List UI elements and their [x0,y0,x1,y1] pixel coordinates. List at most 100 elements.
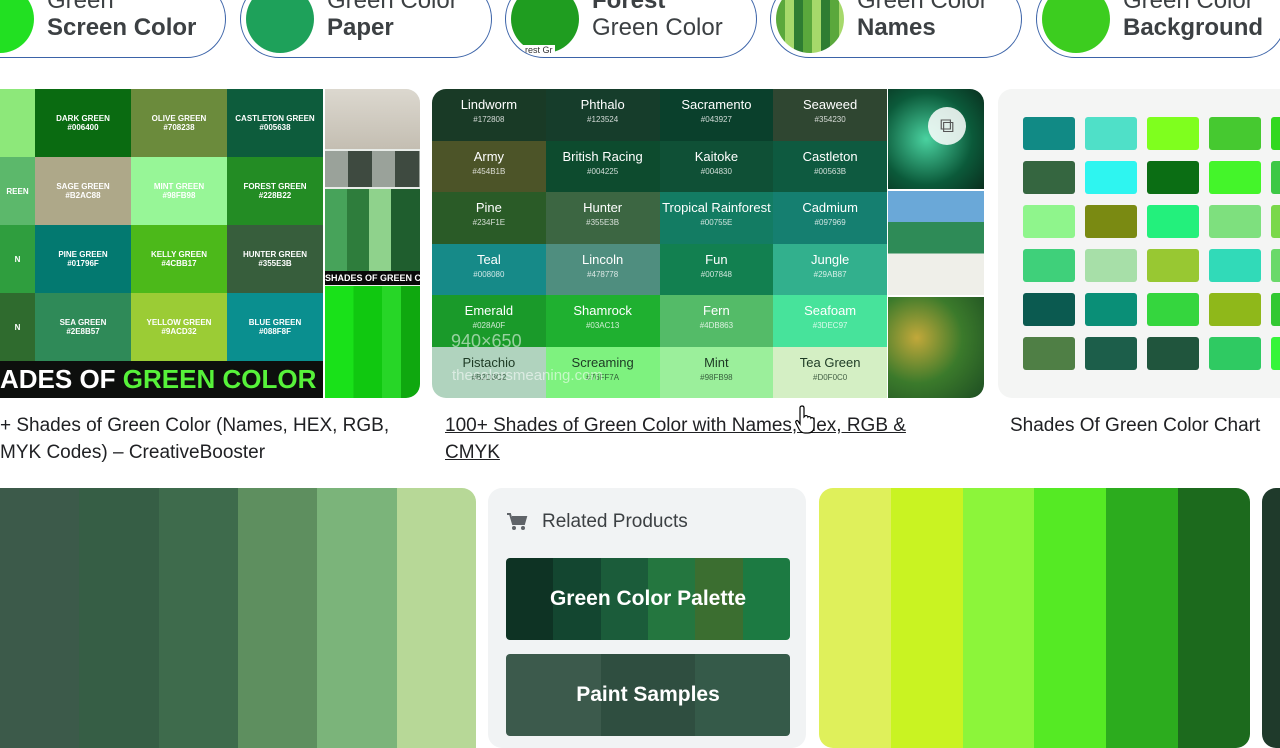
color-name: Lincoln [582,251,624,267]
color-name: Mint [704,354,729,370]
color-name: N [14,322,21,332]
color-name: Seafoam [804,303,857,318]
stripe [317,488,397,748]
color-name-cell: Lindworm #172808 [432,89,546,141]
color-name-cell: Army #454B1B [432,140,546,192]
image-result-color-chart[interactable] [998,89,1280,398]
swatch-grid [998,89,1280,398]
color-hex: #006400 [67,123,99,132]
stripe-palette [0,488,476,748]
caption-creativebooster[interactable]: + Shades of Green Color (Names, HEX, RGB… [0,412,420,466]
chip-line2: Green Color [592,14,723,41]
image-result-thecolorsmeaning[interactable]: Lindworm #172808 Phthalo #123524 Sacramento #… [432,89,984,398]
color-cell: MINT GREEN #98FB98 [131,157,227,225]
product-green-color-palette[interactable]: Green Color Palette [506,558,790,640]
swatch-strip [325,151,420,187]
copy-icon[interactable]: ⧉ [928,107,966,145]
chip-green-screen-color[interactable]: Green Screen Color [0,0,226,58]
color-swatch [1085,293,1137,326]
chip-line2: Background [1123,14,1264,41]
color-name-cell: British Racing #004225 [545,140,660,192]
color-hex: #234F1E [472,218,506,227]
chip-green-color-paper[interactable]: Green Color Paper [240,0,492,58]
chip-thumbnail [776,0,844,53]
color-swatch [1023,249,1075,282]
color-name-cell: Cadmium #097969 [773,192,887,244]
caption-line2: MYK Codes) – CreativeBooster [0,442,266,463]
color-name: N [14,254,21,264]
color-name: YELLOW GREEN [146,318,212,327]
image-result-partial[interactable] [1262,488,1280,748]
color-cell: CASTLETON GREEN #005638 [227,89,323,157]
image-result-green-stripes-left[interactable] [0,488,476,748]
color-name-cell: Tea Green #D0F0C0 [773,346,887,398]
color-name: Jungle [810,251,850,267]
color-hex: #4DB863 [699,321,734,330]
color-swatch [1209,161,1261,194]
chip-forest-green-color[interactable]: rest Gr Forest Green Color [505,0,757,58]
color-cell: REEN [0,157,35,225]
cart-icon [506,512,528,532]
color-hex: #00755E [700,218,733,227]
color-name-cell: Fern #4DB863 [659,295,774,347]
color-name: Shamrock [573,303,632,318]
color-swatch [1271,117,1280,150]
color-name-cell: Hunter #355E3B [545,192,660,244]
color-name-cell: Pine #234F1E [432,192,546,244]
color-hex: #4CBB17 [161,259,197,268]
color-swatch [1085,161,1137,194]
caption-thecolorsmeaning[interactable]: 100+ Shades of Green Color with Names, H… [445,412,945,466]
color-swatch [1147,337,1199,370]
caption-line1: 100+ Shades of Green Color with Names, H… [445,415,906,436]
color-hex: #478778 [587,269,619,279]
image-result-green-stripes-right[interactable] [819,488,1250,748]
color-cell: BLUE GREEN #088F8F [227,293,323,361]
color-swatch [1023,293,1075,326]
color-name: Pine [475,200,502,215]
color-hex: #2E8B57 [66,327,100,336]
color-name-cell: Kaitoke #004830 [659,140,774,192]
color-name-cell: Shamrock #03AC13 [545,295,660,347]
green-stripes [325,286,420,398]
stripe [79,488,159,748]
color-hex: #005638 [259,123,291,132]
chip-line1: Green Color [327,0,458,14]
related-heading: Related Products [542,511,688,532]
chip-line2: Screen Color [47,14,197,41]
banner-prefix: ADES OF [0,364,123,394]
stripe [890,488,963,748]
watermark-size: 940×650 [451,331,522,351]
color-cell: OLIVE GREEN #708238 [131,89,227,157]
color-swatch [1085,205,1137,238]
color-hex: #088F8F [258,327,292,336]
color-name-cell: Jungle #29AB87 [773,243,887,295]
stripe-palette [819,488,1250,748]
color-swatch [1147,293,1199,326]
color-name: DARK GREEN [56,114,110,123]
color-name: Lindworm [460,97,518,112]
color-swatch [1147,161,1199,194]
color-cell: DARK GREEN #006400 [35,89,131,157]
color-swatch [1023,117,1075,150]
caption-color-chart[interactable]: Shades Of Green Color Chart [1010,412,1260,439]
color-swatch [1271,249,1280,282]
color-hex: #98FB98 [162,191,196,200]
image-result-creativebooster[interactable]: DARK GREEN #006400 OLIVE GREEN #708238 CASTL… [0,89,420,398]
color-name: Phthalo [580,97,625,112]
color-cell: KELLY GREEN #4CBB17 [131,225,227,293]
color-name: BLUE GREEN [248,318,302,327]
color-swatch [1271,205,1280,238]
color-name: OLIVE GREEN [151,114,207,123]
color-cell: N [0,225,35,293]
color-name: Seaweed [803,97,858,112]
beach-photo [888,191,984,295]
stripe [1106,488,1179,748]
color-cell: HUNTER GREEN #355E3B [227,225,323,293]
stripe [237,488,318,748]
chip-green-color-background[interactable]: Green Color Background [1036,0,1280,58]
color-cell: N [0,293,35,361]
product-paint-samples[interactable]: Paint Samples [506,654,790,736]
color-hex: #3DEC97 [812,321,848,330]
chip-line1: Green [47,0,114,14]
chip-green-color-names[interactable]: Green Color Names [770,0,1022,58]
